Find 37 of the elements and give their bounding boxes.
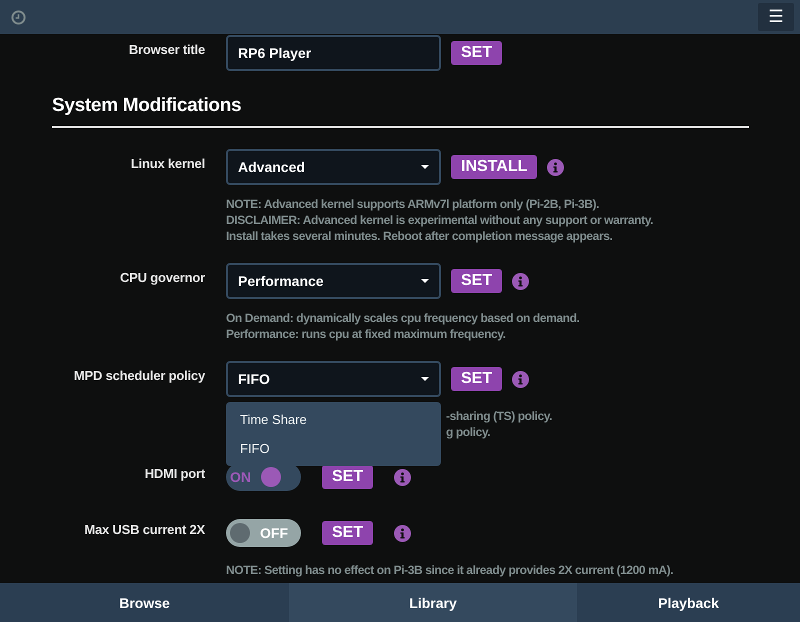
nav-tab[interactable]: Library: [289, 583, 577, 622]
select-field[interactable]: Performance: [226, 263, 441, 299]
setting-label: Browser title: [128, 41, 205, 59]
help-text: NOTE: Advanced kernel supports ARMv7l platform only (Pi-2B, Pi-3B).: [226, 196, 600, 212]
info-icon[interactable]: [394, 468, 412, 486]
clock-icon[interactable]: [11, 10, 26, 24]
dropdown-option[interactable]: FIFO: [226, 434, 441, 463]
nav-tab[interactable]: Playback: [577, 583, 800, 622]
action-button[interactable]: SET: [451, 41, 502, 65]
help-text: NOTE: Setting has no effect on Pi-3B since it already provides 2X current (1200 mA).: [226, 562, 674, 578]
dropdown-option[interactable]: Time Share: [226, 405, 441, 434]
setting-label: MPD scheduler policy: [72, 367, 205, 385]
action-button[interactable]: INSTALL: [451, 155, 538, 179]
setting-label: Linux kernel: [130, 155, 205, 173]
action-button[interactable]: SET: [451, 367, 502, 391]
help-text: g policy.: [446, 424, 492, 440]
setting-label: Max USB current 2X: [83, 521, 205, 539]
select-field[interactable]: FIFO: [226, 361, 441, 397]
section-title: System Modifications: [52, 95, 749, 128]
info-icon[interactable]: [394, 524, 412, 542]
info-icon[interactable]: [512, 272, 530, 290]
action-button[interactable]: SET: [322, 465, 374, 489]
text-field[interactable]: RP6 Player: [226, 35, 441, 71]
select-field[interactable]: Advanced: [226, 149, 441, 185]
menu-button[interactable]: ☰: [758, 3, 794, 31]
help-text: On Demand: dynamically scales cpu frequency based on demand.: [226, 310, 580, 326]
info-icon[interactable]: [547, 158, 564, 176]
info-icon[interactable]: [512, 370, 530, 388]
nav-tab[interactable]: Browse: [0, 583, 289, 622]
setting-label: CPU governor: [118, 269, 205, 287]
help-text: Install takes several minutes. Reboot after completion message appears.: [226, 228, 614, 244]
action-button[interactable]: SET: [451, 269, 502, 293]
action-button[interactable]: SET: [322, 521, 374, 545]
help-text: -sharing (TS) policy.: [446, 408, 554, 424]
help-text: Performance: runs cpu at fixed maximum frequency.: [226, 326, 507, 342]
setting-label: HDMI port: [144, 465, 205, 483]
help-text: DISCLAIMER: Advanced kernel is experimental without any support or warranty.: [226, 212, 654, 228]
